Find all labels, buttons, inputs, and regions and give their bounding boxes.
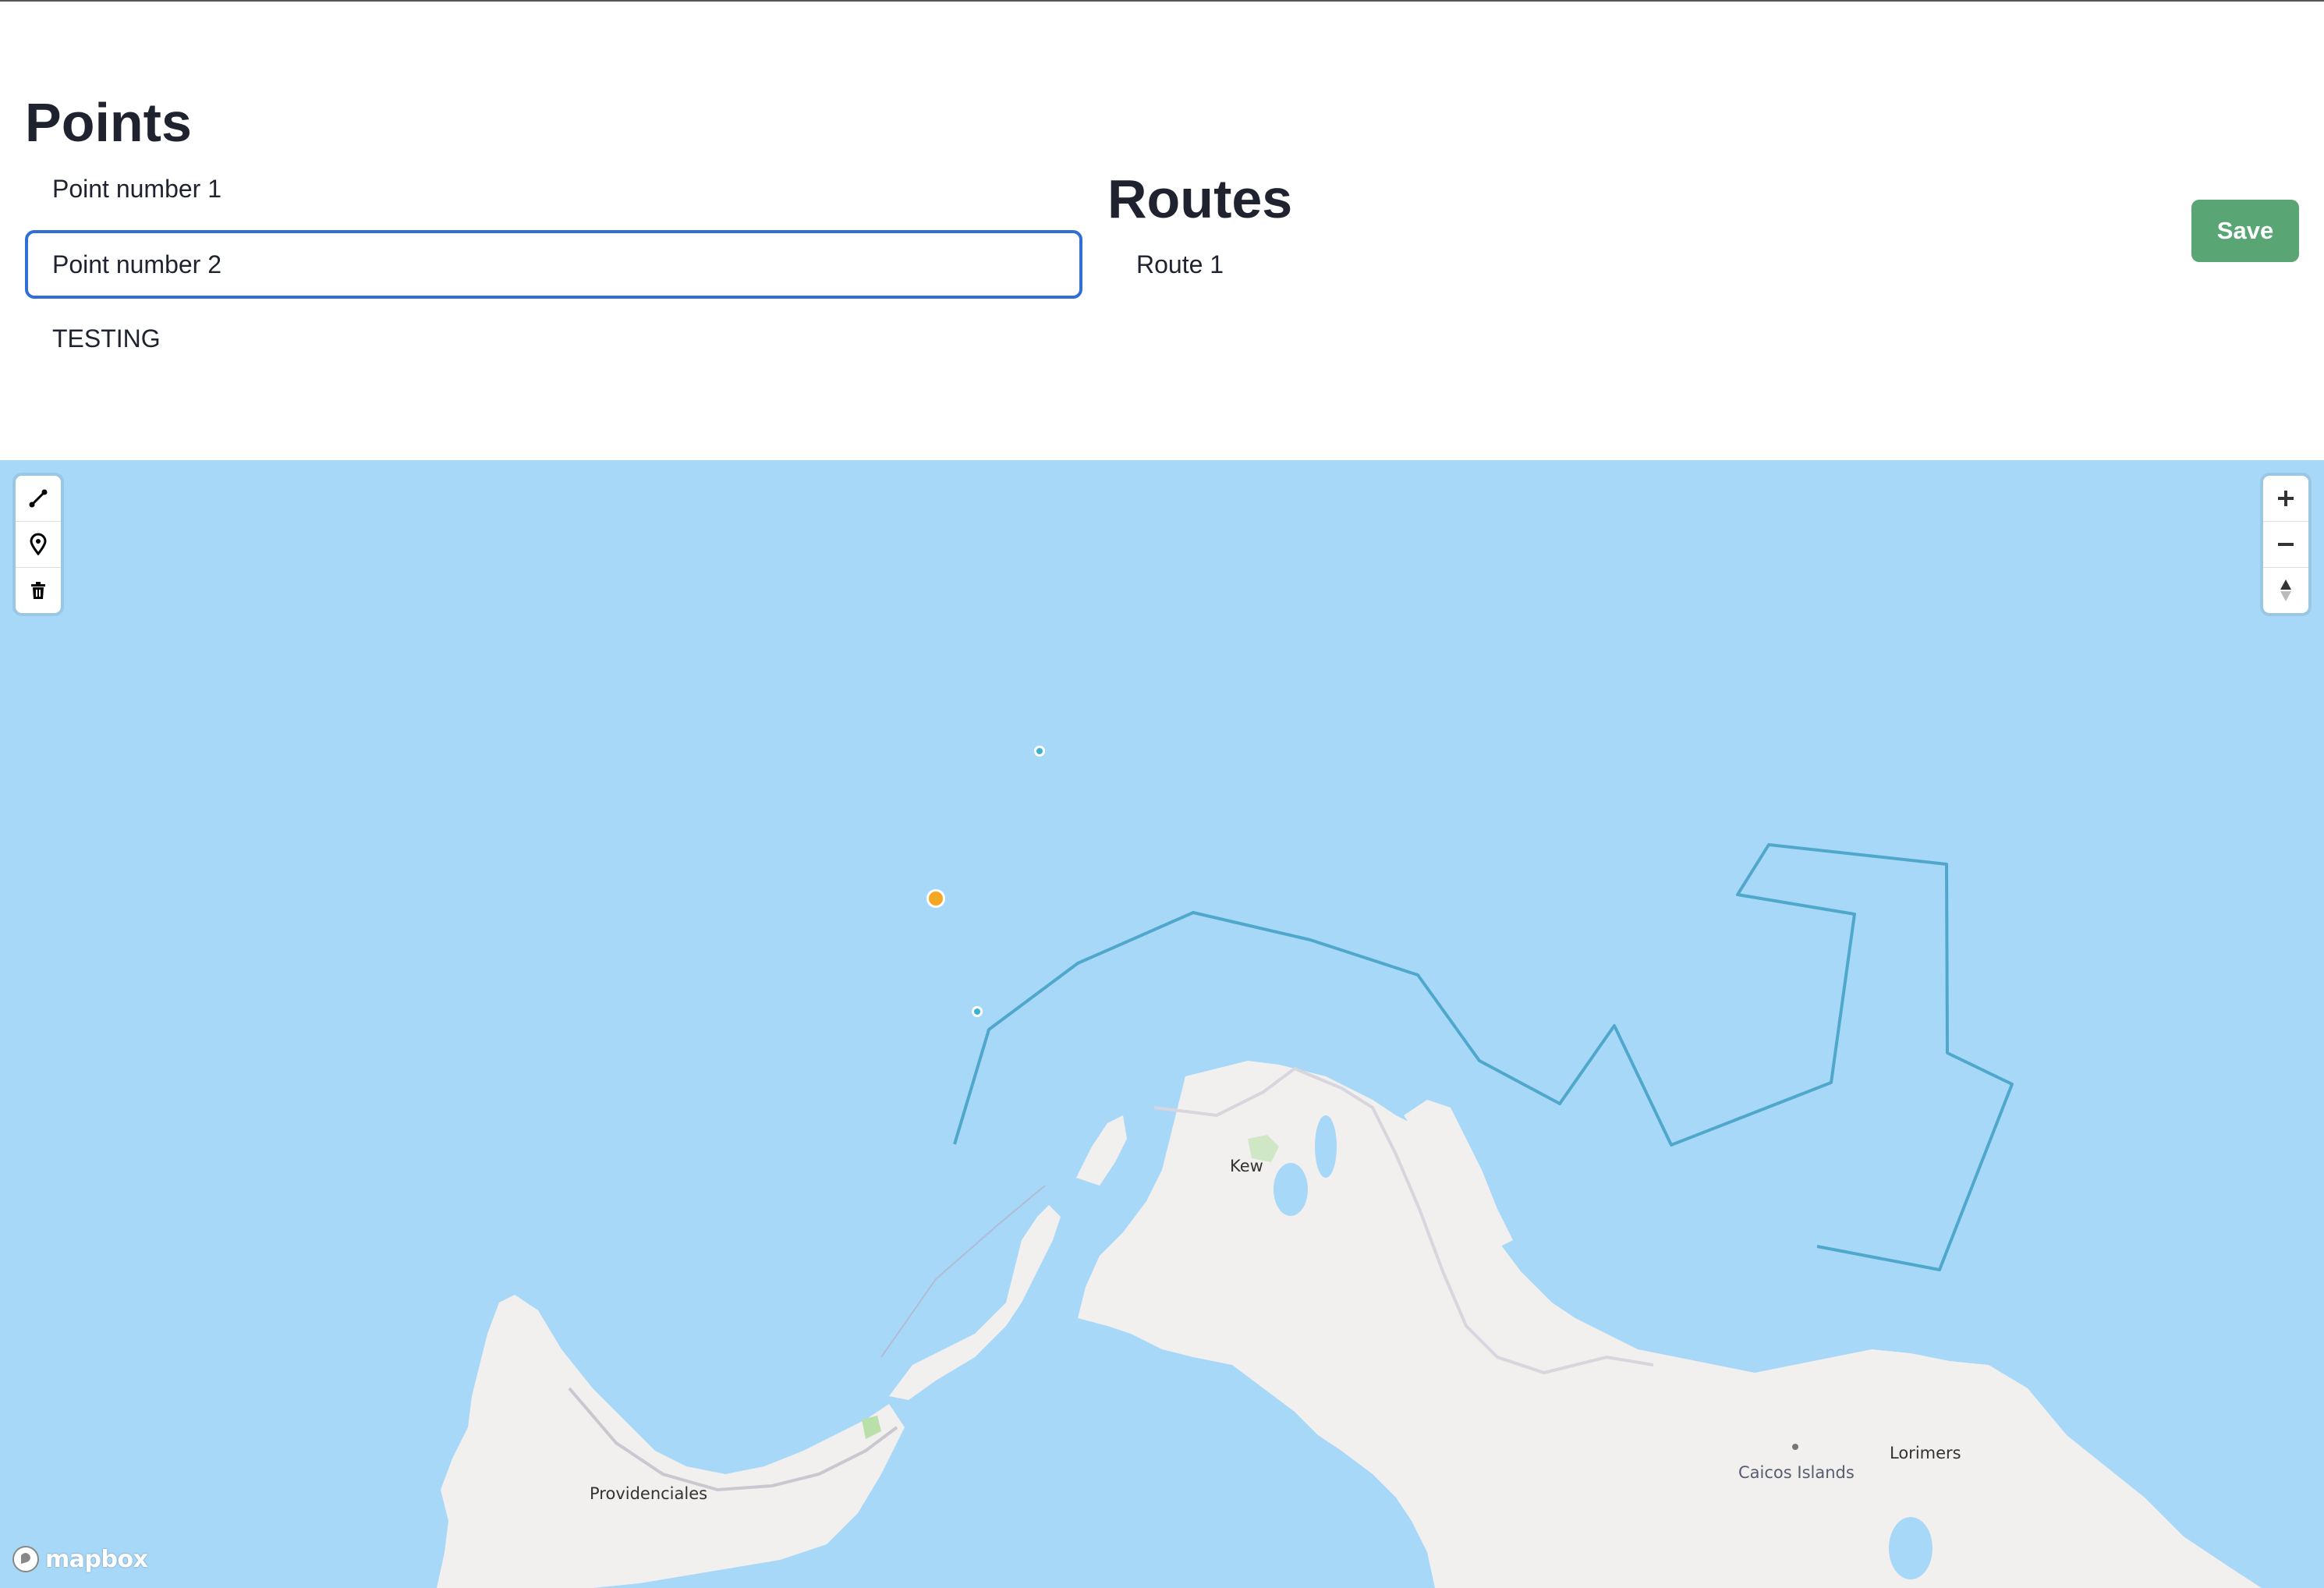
points-heading: Points: [25, 92, 192, 153]
map-label-providenciales: Providenciales: [590, 1484, 708, 1503]
delete-feature-button[interactable]: [16, 568, 61, 613]
save-button[interactable]: Save: [2191, 200, 2299, 262]
route-item-label: Route 1: [1136, 250, 1224, 278]
zoom-out-icon: [2278, 543, 2294, 546]
trash-icon: [31, 582, 45, 599]
route-list-item[interactable]: Route 1: [1109, 249, 2123, 280]
land-island-chain: [889, 1205, 1061, 1400]
map-label-lorimers: Lorimers: [1890, 1444, 1961, 1462]
routes-heading: Routes: [1107, 168, 1293, 229]
map-label-caicos-islands: Caicos Islands: [1738, 1463, 1855, 1482]
point-item-label: Point number 1: [52, 175, 222, 203]
draw-point-button[interactable]: [16, 522, 61, 568]
draw-toolbar: [16, 476, 61, 613]
lake: [1315, 1115, 1337, 1178]
map-point-vertex: [974, 1008, 980, 1015]
town-dot: [1792, 1444, 1798, 1450]
zoom-in-button[interactable]: [2263, 476, 2308, 522]
navigation-control: [2263, 476, 2308, 613]
land-small-islands: [1076, 1115, 1127, 1186]
point-item-label: TESTING: [52, 324, 161, 353]
marker-tool-icon: [30, 533, 47, 556]
point-list-item[interactable]: TESTING: [25, 323, 1082, 354]
mapbox-logo[interactable]: mapbox: [11, 1544, 148, 1574]
line-tool-icon: [29, 489, 48, 508]
land-providenciales: [437, 1295, 905, 1588]
map-point-selected: [929, 891, 943, 906]
draw-line-button[interactable]: [16, 476, 61, 522]
point-list-item-selected[interactable]: Point number 2: [25, 230, 1082, 299]
map-label-kew: Kew: [1230, 1157, 1263, 1175]
top-border: [0, 0, 2324, 2]
compass-icon: [2280, 580, 2291, 601]
mapbox-logo-icon: [12, 1546, 39, 1572]
point-item-label: Point number 2: [52, 250, 222, 278]
lake: [1889, 1517, 1933, 1579]
point-list-item[interactable]: Point number 1: [25, 173, 1082, 204]
zoom-out-button[interactable]: [2263, 522, 2308, 568]
lake: [1274, 1163, 1308, 1216]
map-point-vertex: [1036, 748, 1043, 754]
map-canvas[interactable]: Kew Providenciales Caicos Islands Lorime…: [0, 460, 2324, 1588]
basemap: [437, 746, 2262, 1588]
mapbox-wordmark: mapbox: [45, 1545, 148, 1573]
reset-bearing-button[interactable]: [2263, 568, 2308, 613]
zoom-in-icon: [2278, 491, 2294, 506]
